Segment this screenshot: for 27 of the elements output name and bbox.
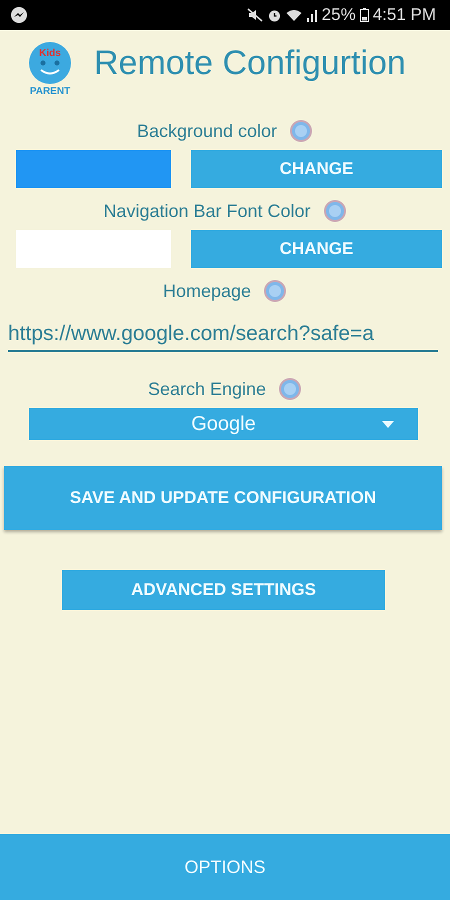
- help-icon[interactable]: [289, 119, 314, 143]
- search-engine-dropdown[interactable]: Google: [29, 408, 418, 440]
- logo-text: Kids: [39, 49, 61, 59]
- setting-label: Homepage: [162, 280, 252, 302]
- setting-label: Navigation Bar Font Color: [103, 200, 311, 222]
- advanced-settings-button[interactable]: ADVANCED SETTINGS: [62, 570, 385, 610]
- options-button[interactable]: OPTIONS: [0, 834, 450, 900]
- help-icon[interactable]: [322, 199, 347, 223]
- help-icon[interactable]: [263, 279, 288, 303]
- setting-label: Background color: [136, 120, 278, 142]
- battery-icon: [360, 8, 369, 22]
- logo-caption: PARENT: [30, 86, 70, 97]
- help-icon[interactable]: [278, 377, 302, 401]
- change-button[interactable]: CHANGE: [191, 230, 442, 268]
- clock: 4:51 PM: [372, 5, 436, 25]
- alarm-icon: [266, 8, 282, 22]
- change-button[interactable]: CHANGE: [191, 150, 442, 188]
- caret-icon: [382, 421, 394, 428]
- mute-icon: [246, 8, 263, 22]
- wifi-icon: [286, 8, 302, 22]
- homepage-field[interactable]: https://www.google.com/search?safe=a: [8, 318, 438, 352]
- setting-label: Search Engine: [148, 378, 266, 400]
- messenger-icon: [10, 6, 28, 24]
- page-title: Remote Configurtion: [94, 44, 406, 83]
- battery-percent: 25%: [322, 5, 356, 25]
- save-button[interactable]: SAVE AND UPDATE CONFIGURATION: [4, 466, 442, 530]
- signal-icon: [306, 8, 318, 22]
